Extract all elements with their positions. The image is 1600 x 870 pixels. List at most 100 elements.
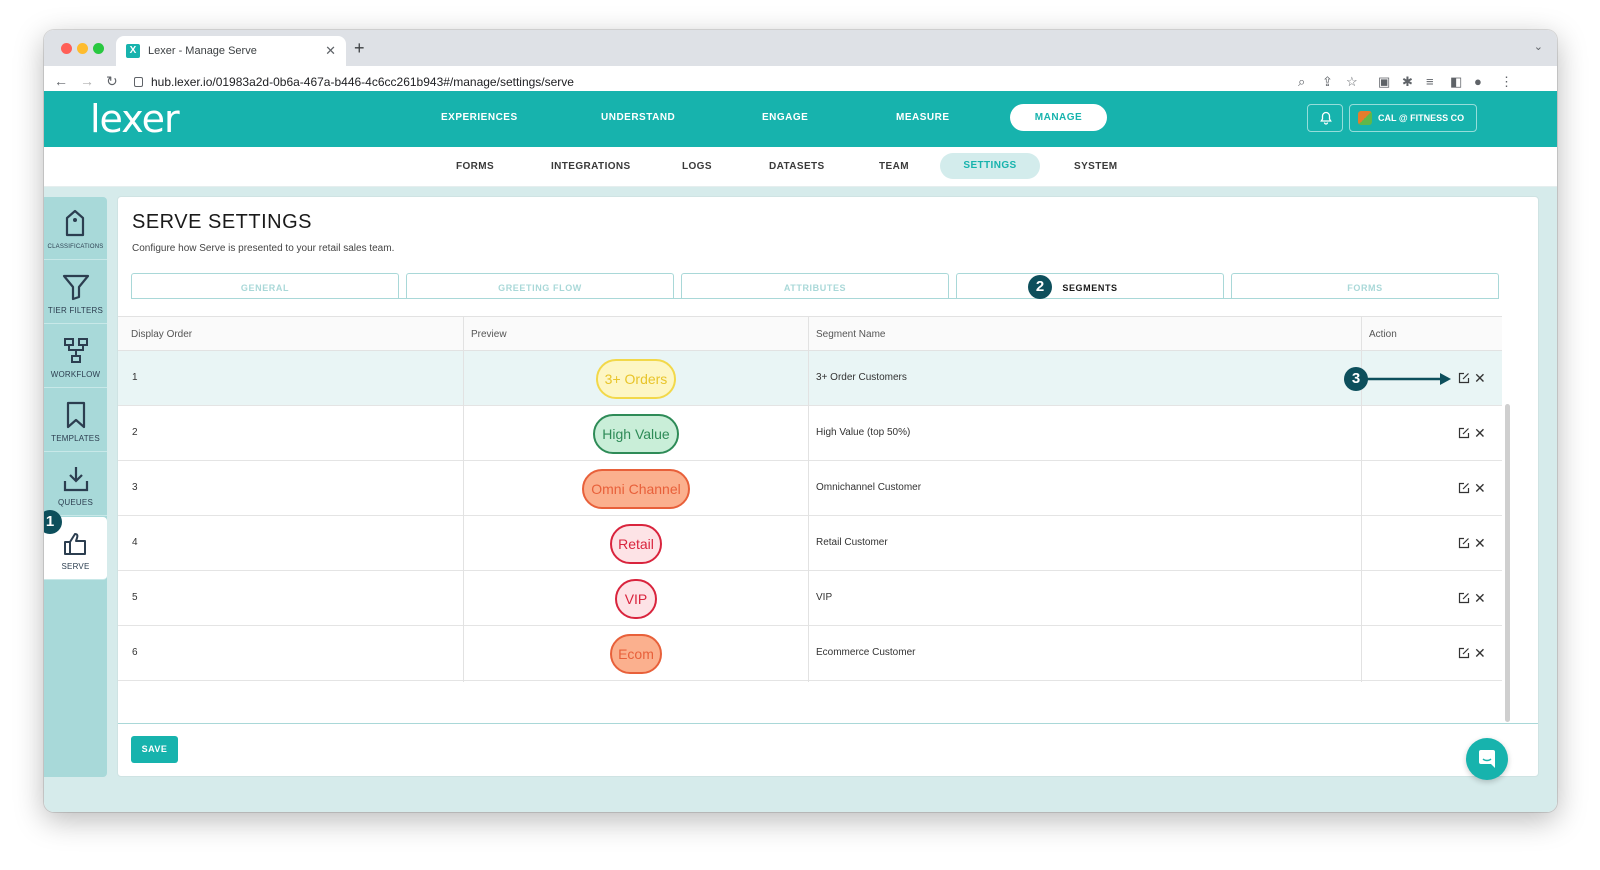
page-title: SERVE SETTINGS: [132, 211, 313, 233]
delete-icon[interactable]: ✕: [1474, 646, 1486, 660]
nav-manage[interactable]: MANAGE: [1010, 104, 1107, 131]
delete-icon[interactable]: ✕: [1474, 591, 1486, 605]
settings-sub-nav: FORMS INTEGRATIONS LOGS DATASETS TEAM SE…: [44, 147, 1557, 187]
display-order-cell: 1: [132, 372, 138, 383]
delete-icon[interactable]: ✕: [1474, 481, 1486, 495]
tab-greeting-flow[interactable]: GREETING FLOW: [406, 273, 674, 299]
bookmark-star-icon[interactable]: ☆: [1346, 74, 1358, 90]
profile-avatar-icon[interactable]: ●: [1474, 74, 1482, 89]
delete-icon[interactable]: ✕: [1474, 536, 1486, 550]
sidebar-label: QUEUES: [58, 498, 93, 507]
column-divider: [463, 316, 464, 682]
segment-preview-pill: Ecom: [610, 634, 662, 674]
thumbs-up-icon: [64, 533, 86, 555]
annotation-marker-3: 3: [1344, 367, 1368, 391]
segment-preview-pill: Retail: [610, 524, 662, 564]
reload-icon[interactable]: ↻: [106, 73, 118, 90]
subnav-forms[interactable]: FORMS: [456, 161, 494, 172]
display-order-cell: 2: [132, 427, 138, 438]
subnav-settings[interactable]: SETTINGS: [940, 153, 1040, 179]
browser-tab-bar: X Lexer - Manage Serve ✕ + ⌄: [44, 30, 1557, 66]
nav-experiences[interactable]: EXPERIENCES: [441, 112, 518, 123]
more-menu-icon[interactable]: ⋮: [1500, 74, 1513, 90]
url-text: hub.lexer.io/01983a2d-0b6a-467a-b446-4c6…: [151, 75, 574, 89]
subnav-team[interactable]: TEAM: [879, 161, 909, 172]
table-row: 1 3+ Orders 3+ Order Customers ✕: [118, 351, 1502, 406]
browser-tab[interactable]: X Lexer - Manage Serve ✕: [116, 36, 346, 66]
chat-icon: [1479, 750, 1495, 768]
maximize-window-button[interactable]: [93, 43, 104, 54]
table-row: 3 Omni Channel Omnichannel Customer ✕: [118, 461, 1502, 516]
table-row: 2 High Value High Value (top 50%) ✕: [118, 406, 1502, 461]
chat-support-button[interactable]: [1466, 738, 1508, 780]
close-window-button[interactable]: [61, 43, 72, 54]
share-icon[interactable]: ⇪: [1322, 74, 1333, 90]
edit-icon[interactable]: [1458, 427, 1470, 439]
forward-arrow-icon[interactable]: →: [80, 73, 94, 89]
tab-attributes[interactable]: ATTRIBUTES: [681, 273, 949, 299]
zoom-icon[interactable]: ⌕: [1298, 74, 1305, 90]
nav-engage[interactable]: ENGAGE: [762, 112, 808, 123]
delete-icon[interactable]: ✕: [1474, 371, 1486, 385]
segment-name-cell: High Value (top 50%): [816, 427, 911, 438]
edit-icon[interactable]: [1458, 592, 1470, 604]
sidebar-item-workflow[interactable]: WORKFLOW: [44, 325, 107, 388]
close-tab-icon[interactable]: ✕: [325, 43, 336, 59]
url-field[interactable]: hub.lexer.io/01983a2d-0b6a-467a-b446-4c6…: [134, 75, 574, 89]
tab-forms[interactable]: FORMS: [1231, 273, 1499, 299]
edit-icon[interactable]: [1458, 537, 1470, 549]
notifications-button[interactable]: [1307, 104, 1343, 132]
tag-icon: [65, 209, 85, 237]
tab-segments[interactable]: SEGMENTS: [956, 273, 1224, 299]
save-button[interactable]: SAVE: [131, 736, 178, 763]
minimize-window-button[interactable]: [77, 43, 88, 54]
edit-icon[interactable]: [1458, 372, 1470, 384]
edit-icon[interactable]: [1458, 482, 1470, 494]
extension-icon[interactable]: ▣: [1378, 74, 1390, 90]
sidebar-item-tier-filters[interactable]: TIER FILTERS: [44, 261, 107, 324]
header-action: Action: [1369, 329, 1397, 340]
subnav-integrations[interactable]: INTEGRATIONS: [551, 161, 631, 172]
sidebar-label: TIER FILTERS: [47, 306, 104, 315]
lexer-logo[interactable]: lexer: [90, 97, 180, 141]
sidebar-item-queues[interactable]: QUEUES: [44, 453, 107, 516]
sidebar-label: TEMPLATES: [51, 434, 100, 443]
table-row: 5 VIP VIP ✕: [118, 571, 1502, 626]
serve-settings-card: SERVE SETTINGS Configure how Serve is pr…: [117, 196, 1539, 777]
subnav-system[interactable]: SYSTEM: [1074, 161, 1118, 172]
subnav-logs[interactable]: LOGS: [682, 161, 712, 172]
nav-measure[interactable]: MEASURE: [896, 112, 950, 123]
new-tab-icon[interactable]: +: [354, 38, 365, 59]
segment-name-cell: Omnichannel Customer: [816, 482, 922, 493]
display-order-cell: 6: [132, 647, 138, 658]
sidebar-item-templates[interactable]: TEMPLATES: [44, 389, 107, 452]
back-arrow-icon[interactable]: ←: [54, 73, 68, 89]
segment-preview-pill: VIP: [615, 579, 657, 619]
footer-divider: [118, 723, 1538, 724]
bell-icon: [1320, 111, 1332, 125]
account-switcher-button[interactable]: CAL @ FITNESS CO: [1349, 104, 1477, 132]
subnav-datasets[interactable]: DATASETS: [769, 161, 825, 172]
tab-search-chevron-icon[interactable]: ⌄: [1534, 40, 1543, 53]
puzzle-icon[interactable]: ✱: [1402, 74, 1413, 90]
side-panel-icon[interactable]: ◧: [1450, 74, 1462, 90]
header-display-order: Display Order: [131, 329, 193, 340]
account-label: CAL @ FITNESS CO: [1378, 113, 1465, 123]
workflow-icon: [64, 338, 88, 363]
tab-general[interactable]: GENERAL: [131, 273, 399, 299]
segment-preview-pill: High Value: [593, 414, 679, 454]
table-row: 6 Ecom Ecommerce Customer ✕: [118, 626, 1502, 681]
table-row: 4 Retail Retail Customer ✕: [118, 516, 1502, 571]
display-order-cell: 5: [132, 592, 138, 603]
sidebar-item-classifications[interactable]: CLASSIFICATIONS: [44, 197, 107, 260]
header-segment-name: Segment Name: [816, 329, 886, 340]
reading-list-icon[interactable]: ≡: [1426, 74, 1434, 89]
sidebar-label: CLASSIFICATIONS: [47, 244, 104, 250]
lexer-favicon-icon: X: [126, 44, 140, 58]
delete-icon[interactable]: ✕: [1474, 426, 1486, 440]
segment-name-cell: VIP: [816, 592, 833, 603]
table-scrollbar[interactable]: [1505, 404, 1510, 722]
edit-icon[interactable]: [1458, 647, 1470, 659]
account-logo-icon: [1358, 111, 1372, 125]
nav-understand[interactable]: UNDERSTAND: [601, 112, 675, 123]
